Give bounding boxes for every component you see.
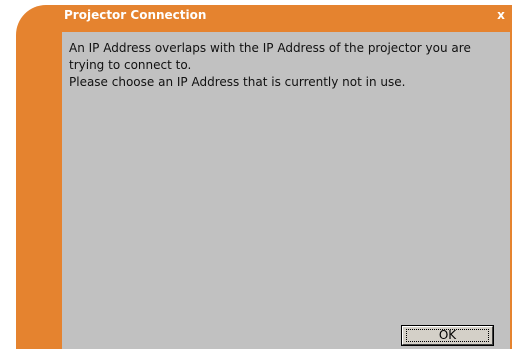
message-text: An IP Address overlaps with the IP Addre…: [69, 40, 505, 91]
ok-button[interactable]: OK: [402, 326, 493, 345]
projector-connection-dialog: Projector Connection x An IP Address ove…: [16, 5, 512, 349]
ok-button-label: OK: [438, 328, 457, 342]
page: Projector Connection x An IP Address ove…: [0, 0, 515, 352]
message-line-1: An IP Address overlaps with the IP Addre…: [69, 41, 471, 72]
title-bar[interactable]: Projector Connection x: [16, 5, 512, 27]
close-icon[interactable]: x: [494, 8, 508, 22]
dialog-content: An IP Address overlaps with the IP Addre…: [62, 32, 510, 349]
dialog-title: Projector Connection: [64, 8, 207, 22]
message-line-2: Please choose an IP Address that is curr…: [69, 75, 406, 89]
